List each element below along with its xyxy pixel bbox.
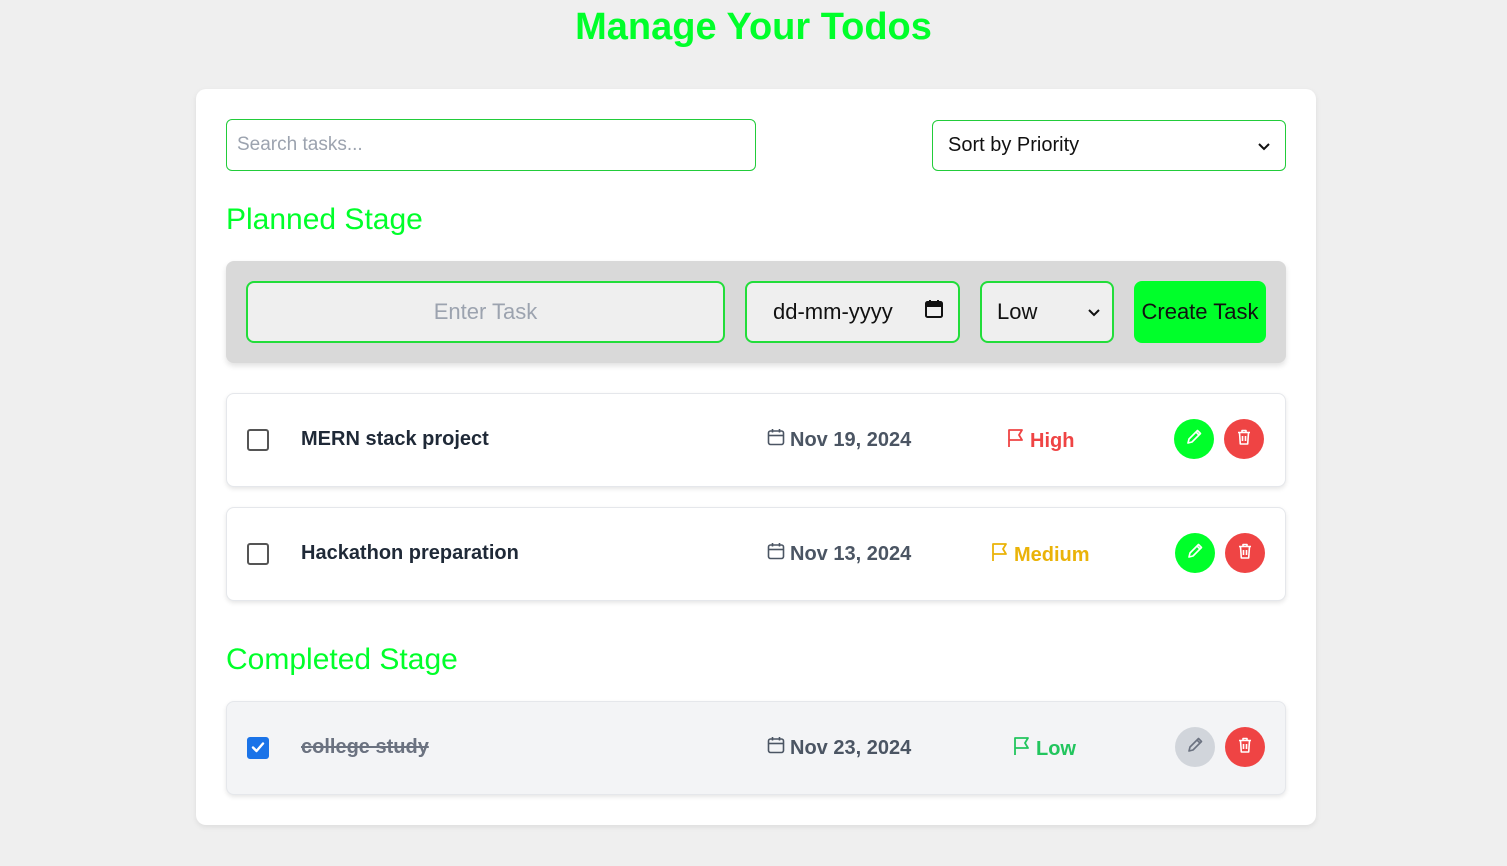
task-name: college study (301, 736, 429, 758)
task-checkbox[interactable] (247, 429, 269, 451)
flag-icon (991, 542, 1009, 568)
edit-button[interactable] (1175, 533, 1215, 573)
flag-icon (1007, 428, 1025, 454)
priority-select[interactable]: Low (980, 281, 1114, 343)
task-row: Hackathon preparation Nov 13, 2024 Mediu… (226, 507, 1286, 601)
task-name: Hackathon preparation (301, 542, 519, 564)
task-checkbox[interactable] (247, 737, 269, 759)
task-date-text: Nov 19, 2024 (790, 428, 912, 451)
task-date: Nov 23, 2024 (767, 736, 911, 760)
task-input[interactable]: Enter Task (246, 281, 725, 343)
create-task-form: Enter Task dd-mm-yyyy Low Create Task (226, 261, 1286, 363)
task-name: MERN stack project (301, 428, 489, 450)
create-task-button[interactable]: Create Task (1134, 281, 1266, 343)
search-input[interactable] (226, 119, 756, 171)
trash-icon (1236, 736, 1254, 759)
task-row: college study Nov 23, 2024 Low (226, 701, 1286, 795)
edit-button-disabled (1175, 727, 1215, 767)
delete-button[interactable] (1224, 419, 1264, 459)
priority-text: Low (1036, 737, 1076, 760)
calendar-icon[interactable] (924, 299, 944, 325)
priority-badge: Medium (991, 542, 1090, 568)
delete-button[interactable] (1225, 533, 1265, 573)
date-input-placeholder: dd-mm-yyyy (773, 299, 893, 324)
task-date-text: Nov 23, 2024 (790, 736, 912, 759)
completed-stage-title: Completed Stage (226, 643, 458, 676)
pencil-icon (1186, 736, 1204, 759)
priority-badge: High (1007, 428, 1074, 454)
planned-stage-title: Planned Stage (226, 203, 423, 236)
date-input[interactable]: dd-mm-yyyy (745, 281, 960, 343)
priority-select-value: Low (997, 299, 1038, 324)
task-date: Nov 13, 2024 (767, 542, 911, 566)
calendar-icon (767, 542, 785, 566)
calendar-icon (767, 428, 785, 452)
flag-icon (1013, 736, 1031, 762)
delete-button[interactable] (1225, 727, 1265, 767)
task-date-text: Nov 13, 2024 (790, 542, 912, 565)
sort-select[interactable]: Sort by Priority (932, 120, 1286, 171)
trash-icon (1235, 428, 1253, 451)
edit-button[interactable] (1174, 419, 1214, 459)
pencil-icon (1186, 542, 1204, 565)
page-title: Manage Your Todos (575, 6, 932, 48)
task-checkbox[interactable] (247, 543, 269, 565)
calendar-icon (767, 736, 785, 760)
sort-select-value: Sort by Priority (948, 134, 1080, 156)
pencil-icon (1185, 428, 1203, 451)
task-row: MERN stack project Nov 19, 2024 High (226, 393, 1286, 487)
checkmark-icon (251, 742, 265, 753)
trash-icon (1236, 542, 1254, 565)
task-date: Nov 19, 2024 (767, 428, 911, 452)
priority-text: High (1030, 429, 1075, 452)
task-input-placeholder: Enter Task (433, 299, 538, 324)
chevron-down-icon (1258, 138, 1270, 154)
priority-text: Medium (1014, 543, 1090, 566)
priority-badge: Low (1013, 736, 1076, 762)
todo-card: Sort by Priority Planned Stage Enter Tas… (196, 89, 1316, 825)
chevron-down-icon (1088, 304, 1100, 320)
